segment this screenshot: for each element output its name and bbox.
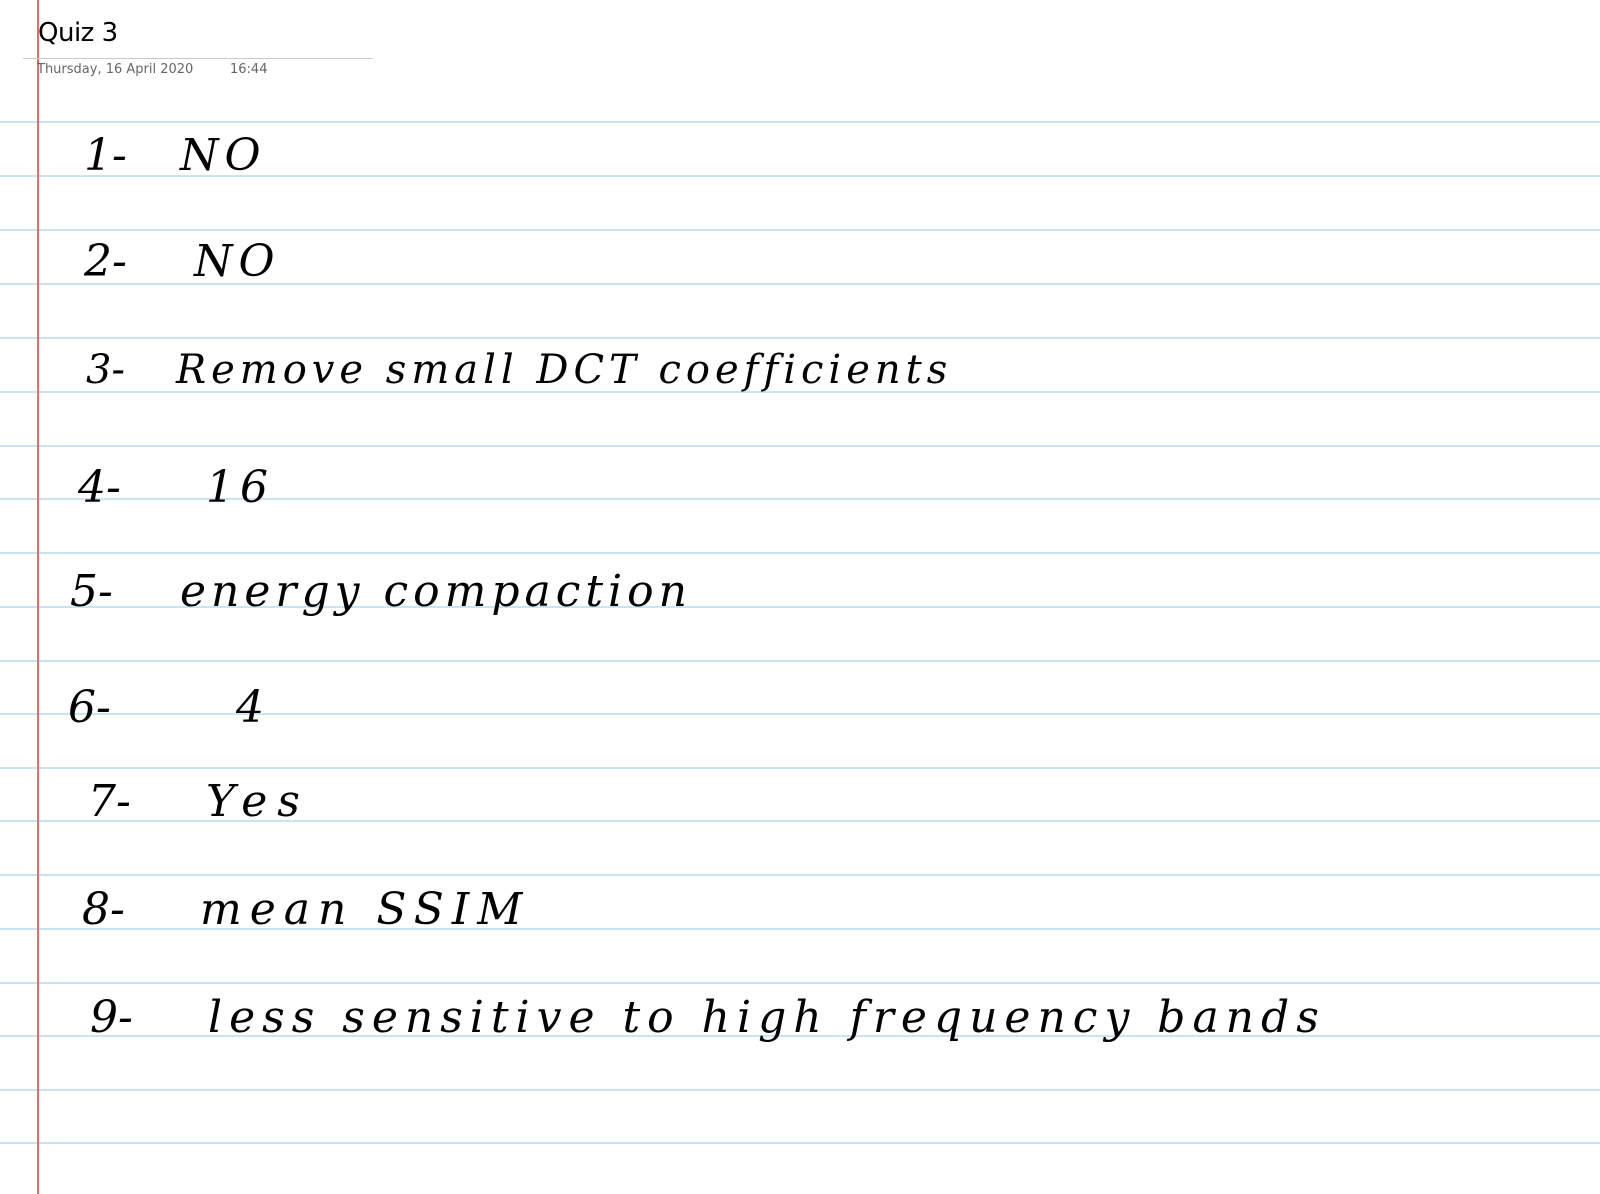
answer-number: 9- — [90, 992, 133, 1043]
answer-number: 7- — [88, 776, 131, 827]
margin-line — [37, 0, 39, 1194]
ruled-line — [0, 229, 1600, 231]
ruled-line — [0, 121, 1600, 123]
answer-text: energy compaction — [180, 566, 692, 617]
answer-number: 3- — [86, 347, 125, 393]
page-time: 16:44 — [230, 62, 268, 77]
ruled-line — [0, 1089, 1600, 1091]
answer-text: mean SSIM — [200, 884, 531, 935]
answer-number: 1- — [84, 130, 127, 181]
answer-text: Remove small DCT coefficients — [176, 347, 953, 393]
answer-number: 8- — [82, 884, 125, 935]
answer-7: 7- Yes — [88, 780, 310, 824]
answer-5: 5- energy compaction — [70, 570, 692, 614]
answer-3: 3- Remove small DCT coefficients — [86, 350, 952, 390]
ruled-line — [0, 767, 1600, 769]
answer-number: 2- — [84, 236, 127, 287]
answer-text: NO — [180, 130, 267, 181]
answer-number: 5- — [70, 566, 113, 617]
title-underline — [23, 58, 373, 59]
answer-9: 9- less sensitive to high frequency bands — [90, 996, 1326, 1040]
ruled-line — [0, 445, 1600, 447]
answer-text: less sensitive to high frequency bands — [208, 992, 1326, 1043]
answer-8: 8- mean SSIM — [82, 888, 530, 932]
answer-text: 4 — [236, 682, 270, 733]
ruled-line — [0, 660, 1600, 662]
answer-text: 16 — [206, 462, 274, 513]
ruled-line — [0, 982, 1600, 984]
ruled-line — [0, 1142, 1600, 1144]
answer-6: 6- 4 — [68, 686, 270, 730]
answer-number: 4- — [78, 462, 121, 513]
page-title[interactable]: Quiz 3 — [38, 18, 118, 48]
notebook-page: Quiz 3 Thursday, 16 April 2020 16:44 1- N… — [0, 0, 1600, 1194]
ruled-line — [0, 337, 1600, 339]
page-date: Thursday, 16 April 2020 — [37, 62, 194, 77]
answer-text: Yes — [206, 776, 310, 827]
answer-4: 4- 16 — [78, 466, 274, 510]
answer-2: 2- NO — [84, 240, 281, 284]
answer-number: 6- — [68, 682, 111, 733]
answer-text: NO — [194, 236, 281, 287]
answer-1: 1- NO — [84, 134, 267, 178]
ruled-line — [0, 874, 1600, 876]
ruled-line — [0, 552, 1600, 554]
